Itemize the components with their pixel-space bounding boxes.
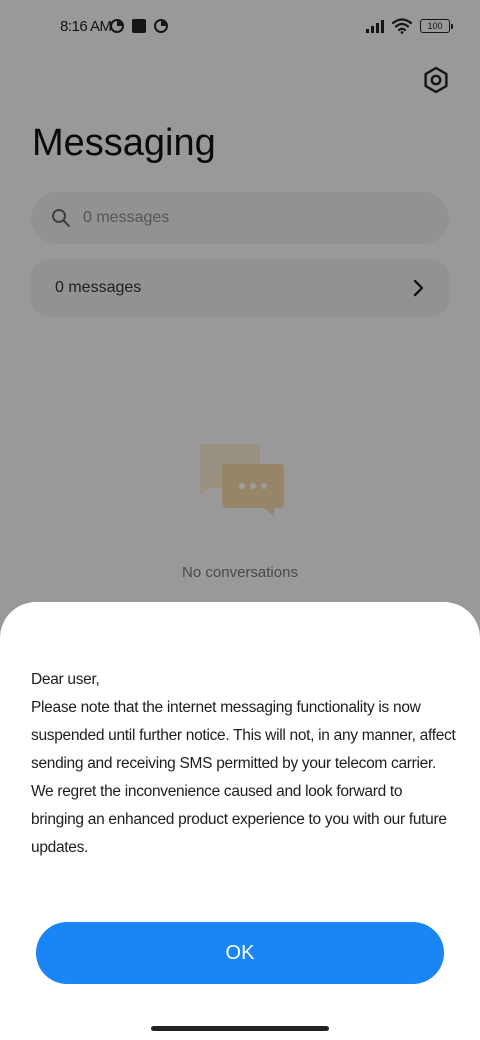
ok-button[interactable]: OK [36,922,444,984]
dialog-body: Please note that the internet messaging … [31,699,456,856]
notice-dialog: Dear user, Please note that the internet… [0,602,480,1040]
dialog-message: Dear user, Please note that the internet… [31,666,456,862]
dialog-greeting: Dear user, [31,671,100,688]
home-indicator[interactable] [151,1026,329,1031]
